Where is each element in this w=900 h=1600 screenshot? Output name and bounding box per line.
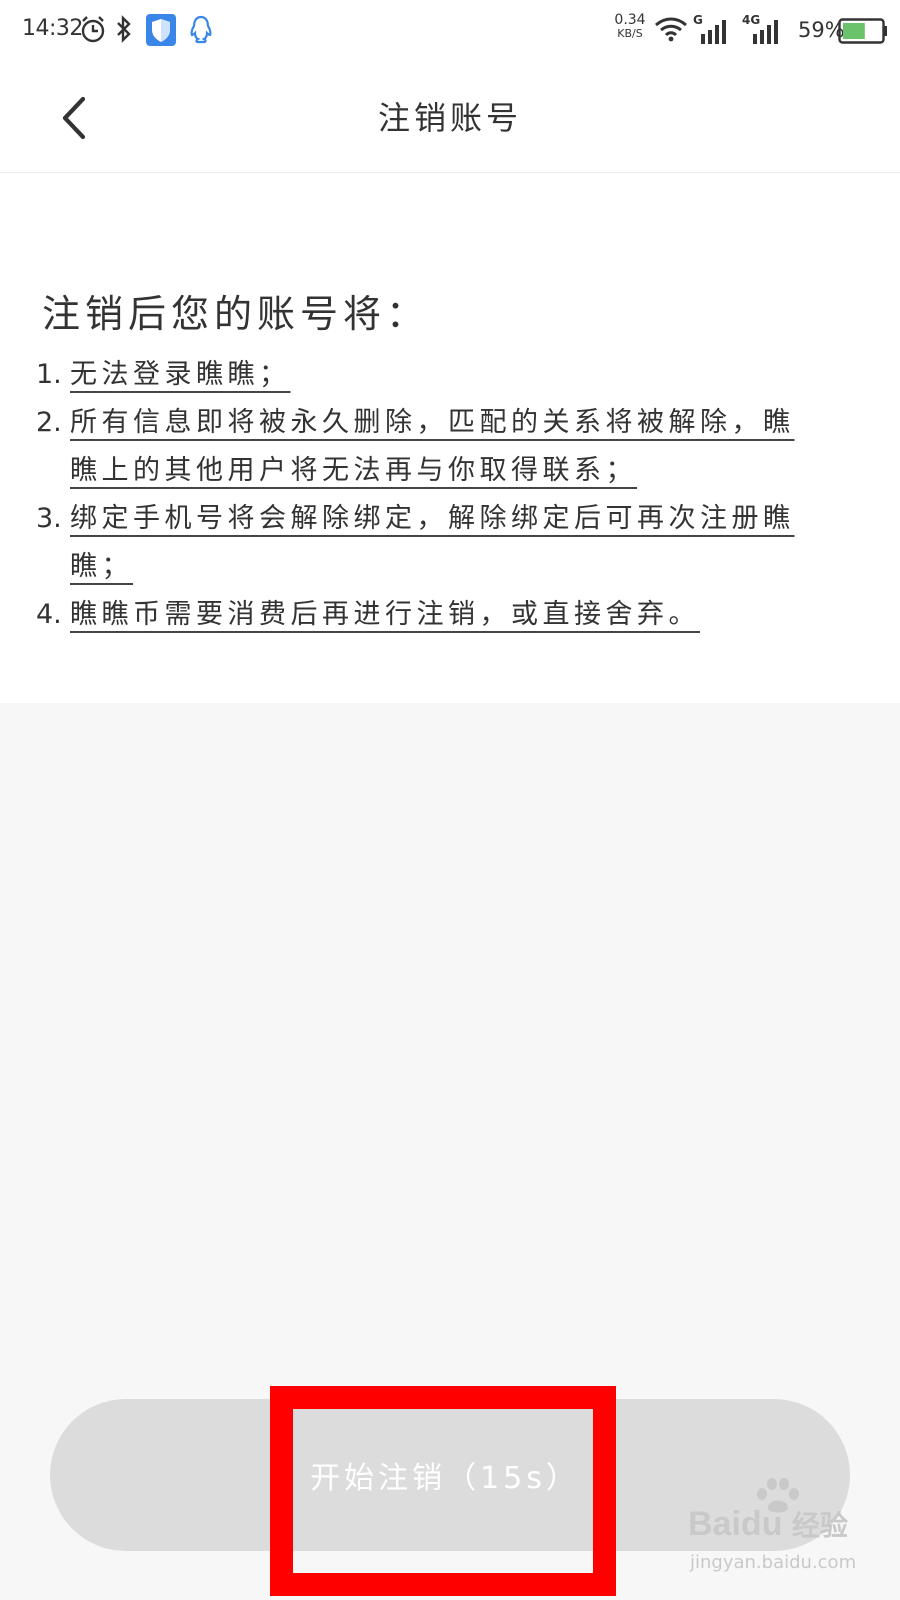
alarm-icon: [81, 16, 105, 43]
back-button[interactable]: [46, 88, 102, 148]
watermark-url: jingyan.baidu.com: [690, 1552, 857, 1573]
list-item-text: 绑定手机号将会解除绑定，解除绑定后可再次注册瞧瞧；: [70, 503, 795, 582]
start-cancel-label: 开始注销（15s）: [310, 1461, 580, 1496]
net-speed-value: 0.34: [614, 12, 646, 28]
list-item-text: 所有信息即将被永久删除，匹配的关系将被解除，瞧瞧上的其他用户将无法再与你取得联系…: [70, 407, 795, 486]
start-cancel-button[interactable]: 开始注销（15s）: [50, 1399, 850, 1551]
list-item: 1. 无法登录瞧瞧；: [36, 351, 836, 399]
shield-icon: [146, 14, 176, 46]
page-title: 注销账号: [377, 99, 522, 137]
qq-icon: [190, 15, 212, 44]
battery-icon: [838, 18, 887, 44]
status-bar: 14:32 0.34 KB/S G 4G 59%: [0, 0, 900, 64]
list-item-number: 1.: [36, 359, 62, 390]
list-item-number: 3.: [36, 503, 62, 534]
notice-heading: 注销后您的账号将：: [42, 292, 430, 336]
signal-icon: [701, 20, 726, 44]
signal-icon: [753, 20, 778, 44]
list-item-text: 无法登录瞧瞧；: [70, 359, 291, 390]
notice-panel: 注销后您的账号将： 1. 无法登录瞧瞧； 2. 所有信息即将被永久删除，匹配的关…: [0, 173, 900, 703]
list-item-text: 瞧瞧币需要消费后再进行注销，或直接舍弃。: [70, 599, 700, 630]
notice-list: 1. 无法登录瞧瞧； 2. 所有信息即将被永久删除，匹配的关系将被解除，瞧瞧上的…: [36, 351, 836, 639]
list-item: 4. 瞧瞧币需要消费后再进行注销，或直接舍弃。: [36, 591, 836, 639]
wifi-icon: [655, 17, 687, 42]
chevron-left-icon: [62, 96, 86, 140]
bluetooth-icon: [117, 15, 131, 43]
net-speed: 0.34 KB/S: [612, 12, 648, 40]
list-item-number: 4.: [36, 599, 62, 630]
header: 注销账号: [0, 64, 900, 173]
list-item: 2. 所有信息即将被永久删除，匹配的关系将被解除，瞧瞧上的其他用户将无法再与你取…: [36, 399, 836, 495]
status-time: 14:32: [22, 16, 83, 41]
net-speed-unit: KB/S: [617, 27, 643, 40]
list-item: 3. 绑定手机号将会解除绑定，解除绑定后可再次注册瞧瞧；: [36, 495, 836, 591]
list-item-number: 2.: [36, 407, 62, 438]
